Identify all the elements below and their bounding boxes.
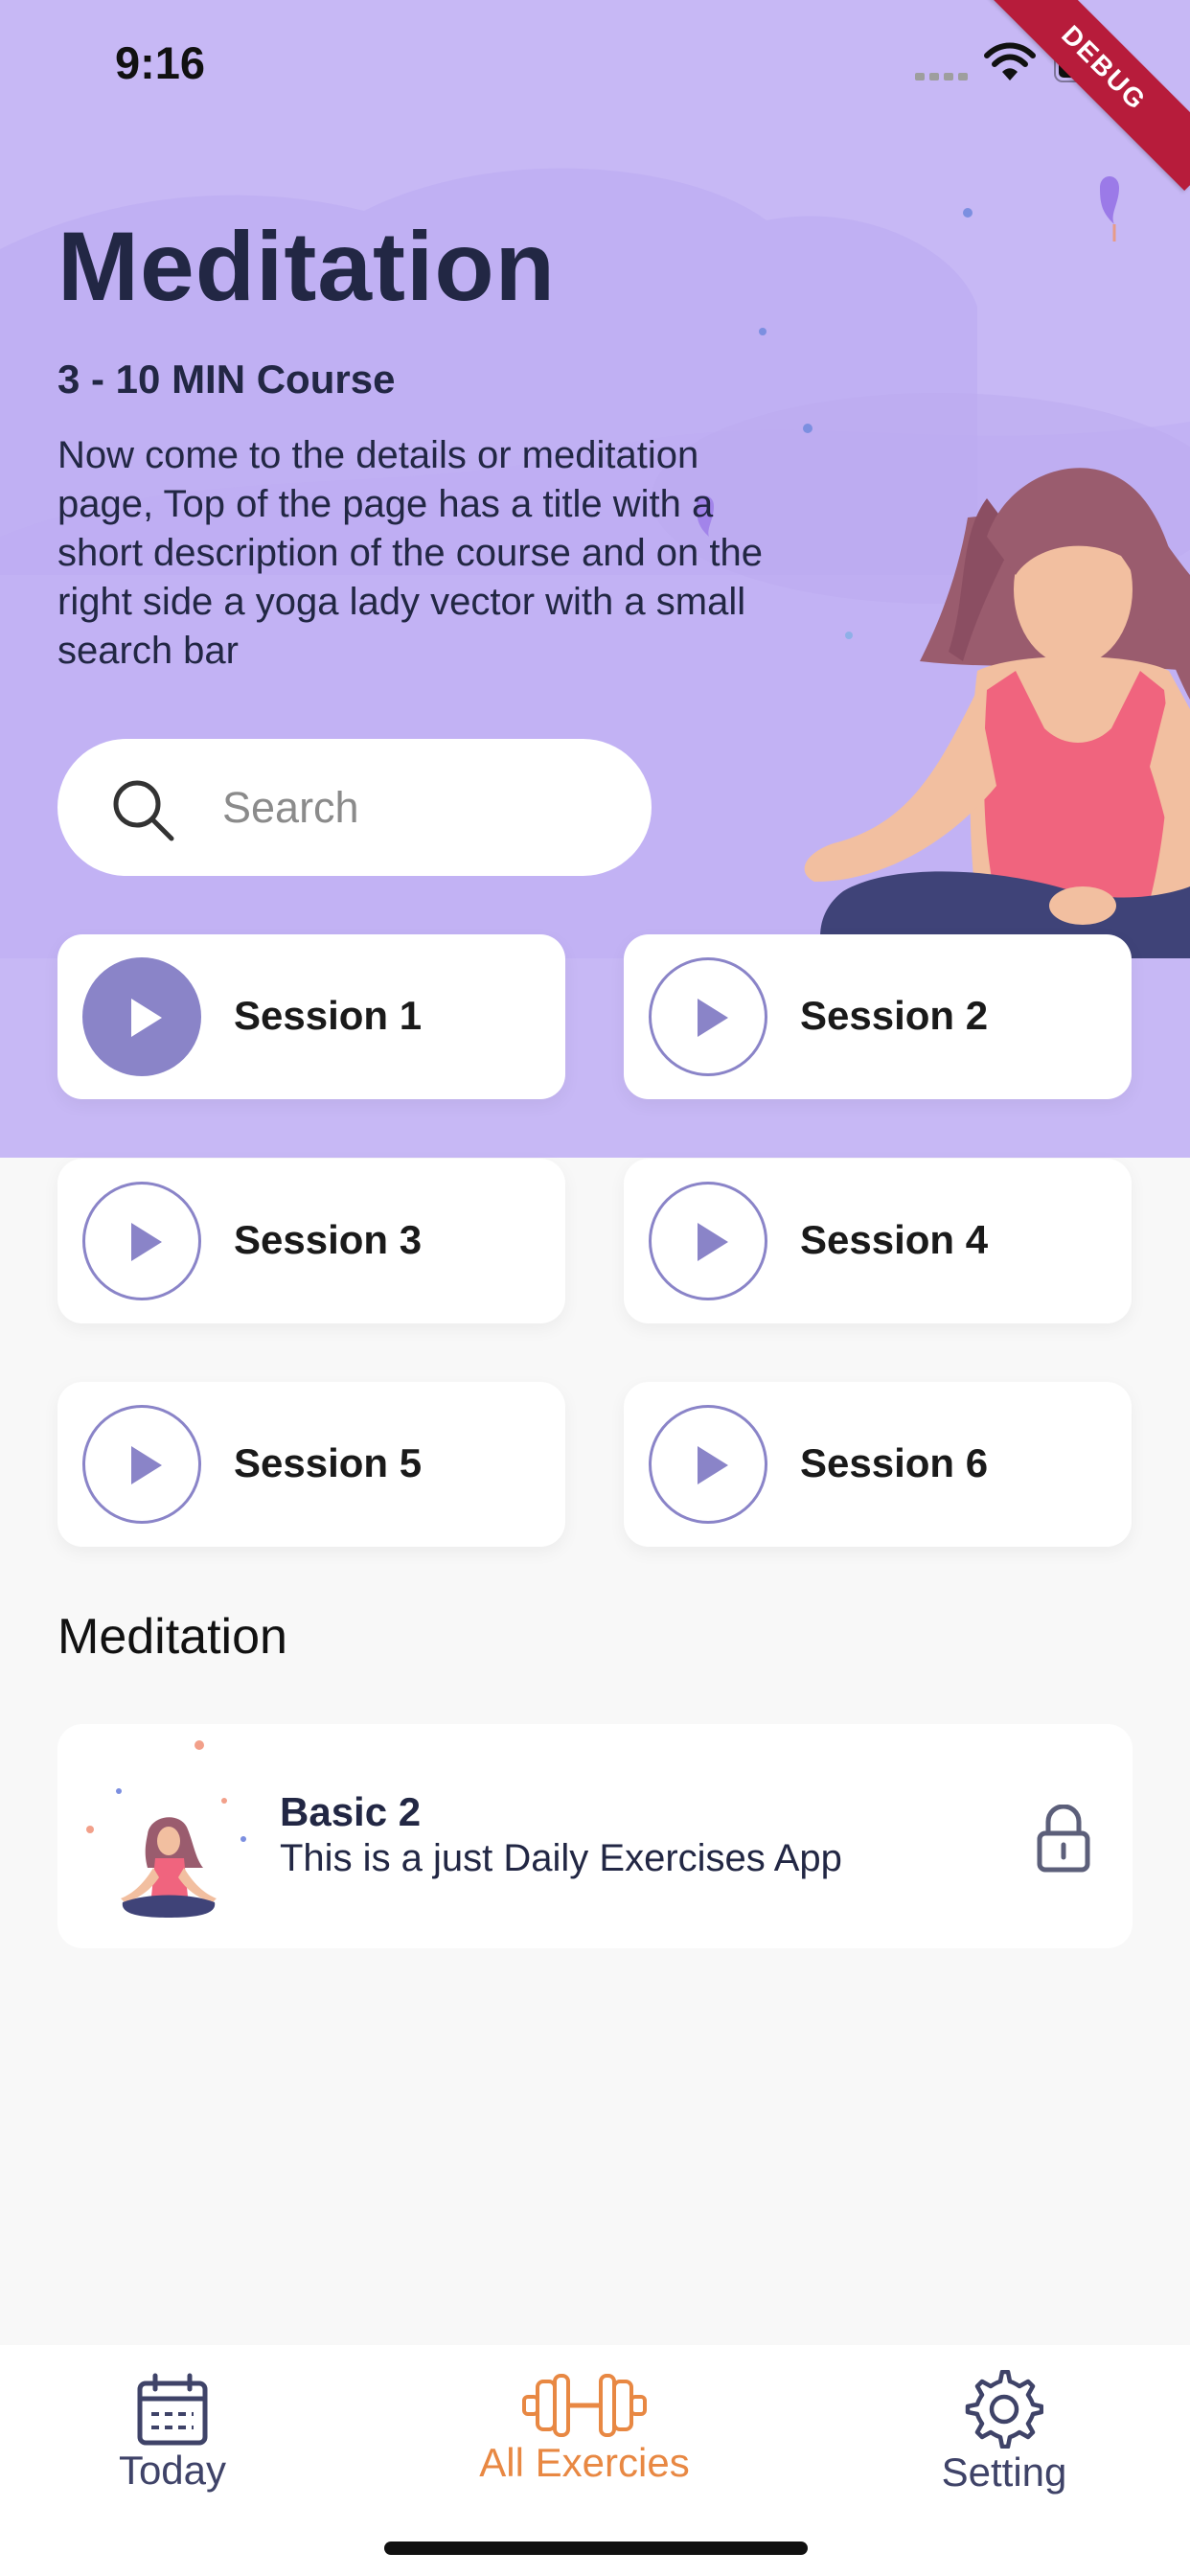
nav-today[interactable]: Today (96, 2372, 249, 2494)
play-icon (698, 1446, 728, 1484)
search-input[interactable] (220, 773, 627, 842)
page-title: Meditation (57, 212, 556, 321)
course-card[interactable]: Basic 2 This is a just Daily Exercises A… (57, 1724, 1133, 1948)
card-subtitle: This is a just Daily Exercises App (280, 1837, 842, 1879)
play-button[interactable] (649, 957, 767, 1076)
session-label: Session 2 (800, 993, 989, 1038)
calendar-icon (137, 2373, 208, 2446)
nav-all-exercises[interactable]: All Exercies (460, 2372, 709, 2486)
play-button[interactable] (82, 1182, 201, 1300)
bottom-navigation: Today All Exercies Setting (0, 2345, 1190, 2576)
session-5-button[interactable]: Session 5 (57, 1382, 565, 1547)
session-label: Session 6 (800, 1440, 989, 1485)
play-button[interactable] (649, 1405, 767, 1524)
session-label: Session 3 (234, 1217, 423, 1262)
session-label: Session 1 (234, 993, 423, 1038)
dumbbell-icon (522, 2374, 647, 2437)
session-4-button[interactable]: Session 4 (624, 1159, 1132, 1323)
status-bar: 9:16 (0, 0, 1190, 129)
wifi-icon (984, 42, 1036, 80)
search-icon (113, 780, 174, 841)
session-label: Session 4 (800, 1217, 989, 1262)
course-description: Now come to the details or meditation pa… (57, 434, 764, 672)
session-label: Session 5 (234, 1440, 423, 1485)
card-title: Basic 2 (280, 1789, 422, 1834)
play-button[interactable] (82, 1405, 201, 1524)
home-indicator (384, 2542, 808, 2555)
course-duration: 3 - 10 MIN Course (57, 356, 396, 402)
gear-icon (965, 2369, 1044, 2450)
play-icon (131, 1223, 162, 1261)
play-icon (131, 999, 162, 1037)
session-1-button[interactable]: Session 1 (57, 934, 565, 1099)
search-bar[interactable] (57, 739, 652, 876)
play-button[interactable] (82, 957, 201, 1076)
nav-today-label: Today (118, 2448, 227, 2493)
status-time: 9:16 (115, 37, 206, 88)
section-title: Meditation (57, 1609, 287, 1665)
session-6-button[interactable]: Session 6 (624, 1382, 1132, 1547)
play-icon (698, 999, 728, 1037)
nav-setting-label: Setting (941, 2450, 1067, 2495)
lock-icon (1037, 1805, 1090, 1873)
session-3-button[interactable]: Session 3 (57, 1159, 565, 1323)
nav-all-exercises-label: All Exercies (479, 2440, 690, 2485)
nav-setting[interactable]: Setting (927, 2369, 1081, 2496)
yoga-thumbnail (86, 1740, 246, 1918)
cellular-signal-icon (915, 73, 968, 80)
play-button[interactable] (649, 1182, 767, 1300)
play-icon (131, 1446, 162, 1484)
play-icon (698, 1223, 728, 1261)
session-2-button[interactable]: Session 2 (624, 934, 1132, 1099)
